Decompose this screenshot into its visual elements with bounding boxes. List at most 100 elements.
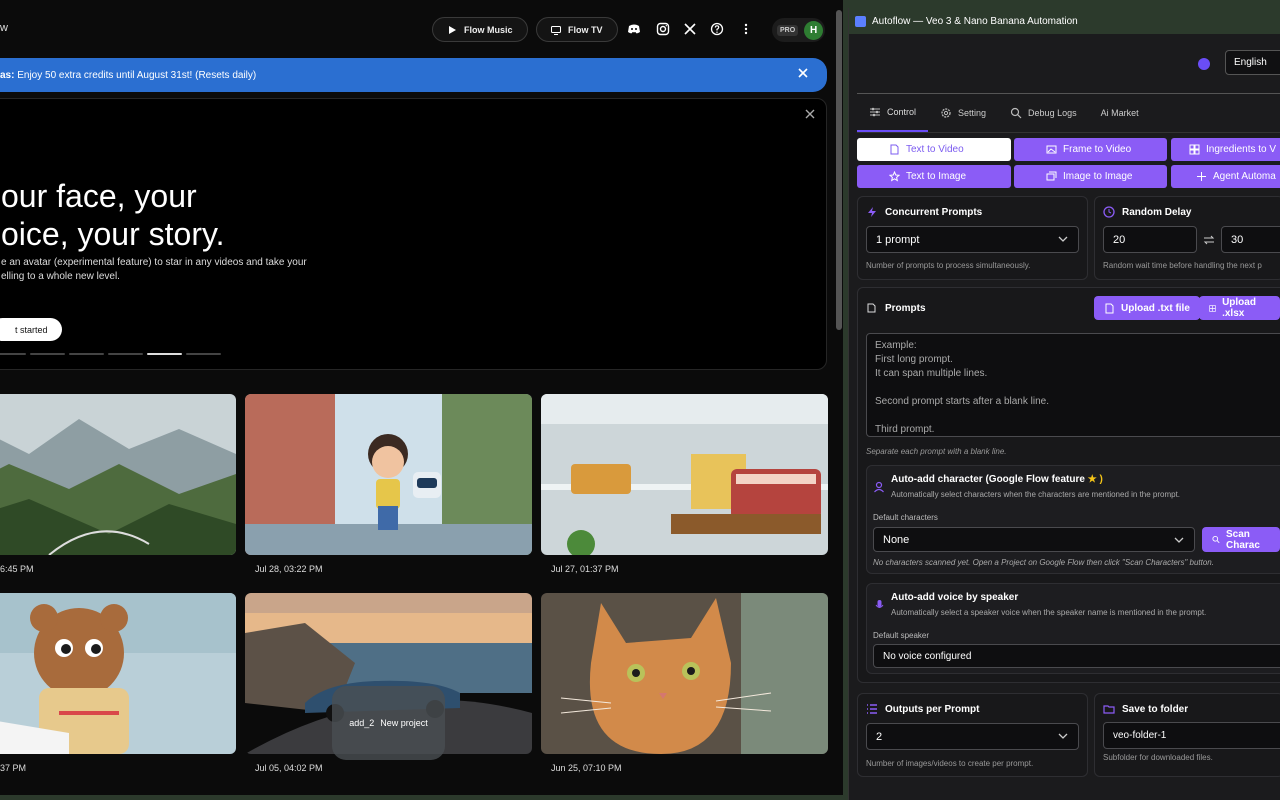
hero-card: our face, your oice, your story. e an av… <box>0 98 827 370</box>
auto-character-title-text: Auto-add character (Google Flow feature <box>891 474 1085 485</box>
tab-bar: Control Setting Debug Logs Ai Market <box>857 94 1151 132</box>
mode-agent-automation[interactable]: Agent Automa <box>1171 165 1280 188</box>
tab-divider <box>857 132 1280 133</box>
lightning-icon <box>868 207 876 217</box>
project-card[interactable]: 37 PM <box>0 593 236 773</box>
prompts-textarea[interactable]: Example: First long prompt. It can span … <box>866 333 1280 437</box>
project-thumbnail-store[interactable] <box>245 394 532 555</box>
images-icon <box>1046 171 1057 181</box>
upload-xlsx-button[interactable]: Upload .xlsx <box>1199 296 1280 320</box>
flow-logo[interactable]: w <box>0 22 8 34</box>
add-icon: add_2 <box>349 718 375 728</box>
save-folder-hint: Subfolder for downloaded files. <box>1103 753 1213 762</box>
star-icon: ★ ) <box>1087 474 1103 485</box>
list-icon <box>867 704 877 714</box>
outputs-heading: Outputs per Prompt <box>866 703 979 715</box>
delay-max-input[interactable]: 30 <box>1221 226 1280 253</box>
concurrent-prompts-label: Concurrent Prompts <box>885 206 983 218</box>
project-card[interactable]: 6:45 PM <box>0 394 236 574</box>
default-characters-select[interactable]: None <box>873 527 1195 552</box>
mode-text-to-image[interactable]: Text to Image <box>857 165 1011 188</box>
tab-setting[interactable]: Setting <box>928 94 998 132</box>
discord-icon[interactable] <box>627 22 641 36</box>
random-delay-hint: Random wait time before handling the nex… <box>1103 261 1262 270</box>
window-titlebar: Autoflow — Veo 3 & Nano Banana Automatio… <box>849 8 1280 34</box>
mode-label: Agent Automa <box>1213 171 1276 182</box>
concurrent-prompts-hint: Number of prompts to process simultaneou… <box>866 261 1031 270</box>
delay-min-input[interactable]: 20 <box>1103 226 1197 253</box>
tab-ai-market[interactable]: Ai Market <box>1089 94 1151 132</box>
save-folder-input[interactable]: veo-folder-1 <box>1103 722 1280 749</box>
edit-icon <box>867 303 876 313</box>
close-icon[interactable] <box>797 67 809 79</box>
get-started-button[interactable]: t started <box>0 318 62 341</box>
project-thumbnail-cat[interactable] <box>541 593 828 754</box>
prompts-label: Prompts <box>885 302 926 314</box>
save-folder-label: Save to folder <box>1122 703 1189 715</box>
mode-ingredients-to-video[interactable]: Ingredients to V <box>1171 138 1280 161</box>
auto-voice-title: Auto-add voice by speaker <box>891 592 1019 603</box>
save-folder-heading: Save to folder <box>1103 703 1188 715</box>
concurrent-prompts-heading: Concurrent Prompts <box>866 206 982 218</box>
carousel-dot[interactable] <box>186 353 221 355</box>
project-thumbnail-bear[interactable] <box>0 593 236 754</box>
play-icon <box>449 25 456 34</box>
instagram-icon[interactable] <box>656 22 670 36</box>
star-icon <box>889 171 900 182</box>
mode-label: Text to Video <box>906 144 964 155</box>
concurrent-prompts-select[interactable]: 1 prompt <box>866 226 1079 253</box>
tab-control[interactable]: Control <box>857 94 929 132</box>
project-date: Jul 05, 04:02 PM <box>255 763 323 773</box>
carousel-dot[interactable] <box>0 353 26 355</box>
new-project-button[interactable]: add_2 New project <box>332 686 445 760</box>
auto-voice-desc: Automatically select a speaker voice whe… <box>891 608 1207 617</box>
chevron-down-icon <box>1058 236 1068 242</box>
language-select[interactable]: English <box>1225 50 1280 75</box>
more-vert-icon[interactable] <box>739 22 753 36</box>
outputs-select[interactable]: 2 <box>866 723 1079 750</box>
account-chip[interactable]: PRO H <box>772 18 825 42</box>
carousel-dot[interactable] <box>108 353 143 355</box>
project-card[interactable]: Jul 27, 01:37 PM <box>541 394 828 574</box>
sparkle-icon <box>1197 172 1206 181</box>
project-card[interactable]: Jun 25, 07:10 PM <box>541 593 828 773</box>
project-thumbnail-fridge[interactable] <box>541 394 828 555</box>
upload-txt-button[interactable]: Upload .txt file <box>1094 296 1200 320</box>
close-icon[interactable] <box>804 108 816 120</box>
mode-text-to-video[interactable]: Text to Video <box>857 138 1011 161</box>
carousel-indicator[interactable] <box>0 353 221 355</box>
mode-frame-to-video[interactable]: Frame to Video <box>1014 138 1167 161</box>
flow-tv-button[interactable]: Flow TV <box>536 17 618 42</box>
person-icon <box>874 481 884 493</box>
flow-music-button[interactable]: Flow Music <box>432 17 528 42</box>
random-delay-heading: Random Delay <box>1103 206 1191 218</box>
avatar[interactable]: H <box>804 20 824 40</box>
file-icon <box>1105 303 1114 313</box>
default-characters-label: Default characters <box>873 513 938 522</box>
left-scrollbar[interactable] <box>836 10 842 330</box>
carousel-dot-active[interactable] <box>147 353 182 355</box>
scan-characters-button[interactable]: Scan Charac <box>1202 527 1280 552</box>
prompts-heading: Prompts <box>866 302 926 314</box>
folder-icon <box>1103 705 1115 714</box>
project-date: Jul 28, 03:22 PM <box>255 564 323 574</box>
flow-tv-label: Flow TV <box>568 24 603 35</box>
project-card[interactable]: Jul 28, 03:22 PM <box>245 394 532 574</box>
mode-image-to-image[interactable]: Image to Image <box>1014 165 1167 188</box>
tab-debug-logs[interactable]: Debug Logs <box>998 94 1089 132</box>
x-icon[interactable] <box>683 22 697 36</box>
tab-label: Setting <box>958 108 987 118</box>
carousel-dot[interactable] <box>69 353 104 355</box>
tab-label: Ai Market <box>1100 108 1139 118</box>
gear-icon <box>941 108 951 118</box>
project-thumbnail-mountain[interactable] <box>0 394 236 555</box>
default-speaker-select[interactable]: No voice configured <box>873 644 1280 668</box>
carousel-dot[interactable] <box>30 353 65 355</box>
help-icon[interactable] <box>710 22 724 36</box>
tv-icon <box>551 25 561 35</box>
no-characters-note: No characters scanned yet. Open a Projec… <box>873 558 1214 567</box>
prompts-hint: Separate each prompt with a blank line. <box>866 447 1007 456</box>
upload-txt-label: Upload .txt file <box>1121 302 1190 314</box>
random-delay-label: Random Delay <box>1122 206 1192 218</box>
facebook-icon[interactable] <box>1198 58 1210 70</box>
